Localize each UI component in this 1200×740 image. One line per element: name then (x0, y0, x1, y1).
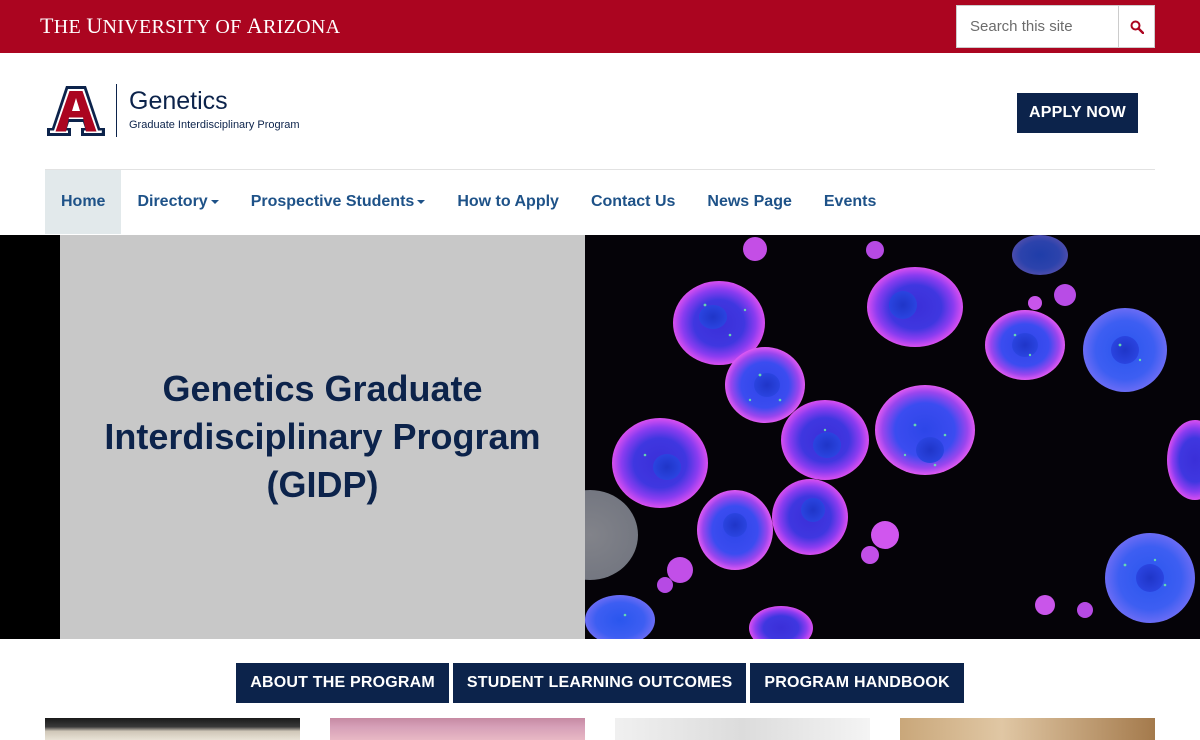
nav-item-label: News Page (707, 193, 792, 210)
caret-down-icon (417, 200, 426, 204)
search-button[interactable] (1118, 6, 1154, 47)
nav-item-label: How to Apply (457, 193, 559, 210)
nav-item-prospective-students[interactable]: Prospective Students (235, 170, 442, 234)
card-thumbnail-image[interactable] (45, 718, 300, 740)
wordmark-text: OF (215, 16, 247, 38)
nav-item-how-to-apply[interactable]: How to Apply (441, 170, 575, 234)
block-a-logo[interactable]: ® (45, 84, 107, 136)
about-program-button[interactable]: ABOUT THE PROGRAM (236, 663, 449, 703)
wordmark-text: RIZONA (263, 16, 341, 38)
site-title[interactable]: Genetics (129, 87, 228, 116)
card-thumbnail-image[interactable] (615, 718, 870, 740)
hero-text-panel: Genetics Graduate Interdisciplinary Prog… (60, 235, 585, 639)
nav-item-events[interactable]: Events (808, 170, 892, 234)
nav-item-news-page[interactable]: News Page (691, 170, 807, 234)
site-header: ® Genetics Graduate Interdisciplinary Pr… (45, 53, 1155, 170)
nav-item-label: Events (823, 193, 877, 210)
nav-item-label: Home (61, 193, 106, 210)
nav-item-label: Directory (137, 193, 208, 210)
wordmark-text: HE (53, 16, 87, 38)
wordmark-letter: U (86, 13, 103, 38)
nav-item-label: Contact Us (590, 193, 676, 210)
program-handbook-button[interactable]: PROGRAM HANDBOOK (750, 663, 964, 703)
site-search (956, 5, 1155, 48)
nav-item-home[interactable]: Home (45, 170, 122, 234)
wordmark-text: NIVERSITY (102, 16, 216, 38)
program-buttons: ABOUT THE PROGRAM STUDENT LEARNING OUTCO… (0, 663, 1200, 703)
card-thumbnail-image[interactable] (900, 718, 1155, 740)
caret-down-icon (210, 200, 219, 204)
search-icon (1130, 20, 1144, 34)
apply-now-button[interactable]: APPLY NOW (1017, 93, 1138, 133)
hero-title: Genetics Graduate Interdisciplinary Prog… (104, 368, 541, 505)
search-input[interactable] (957, 6, 1118, 47)
nav-item-contact-us[interactable]: Contact Us (575, 170, 691, 234)
wordmark-letter: T (40, 13, 54, 38)
site-subtitle: Graduate Interdisciplinary Program (129, 119, 300, 131)
card-thumbnail-image[interactable] (330, 718, 585, 740)
university-top-bar: THE UNIVERSITY OF ARIZONA (0, 0, 1200, 53)
nav-item-label: Prospective Students (250, 193, 415, 210)
main-navigation: Home Directory Prospective Students How … (45, 170, 1155, 234)
student-learning-outcomes-button[interactable]: STUDENT LEARNING OUTCOMES (452, 663, 747, 703)
nav-item-directory[interactable]: Directory (121, 170, 234, 234)
logo-divider (116, 84, 117, 137)
hero-banner: Genetics Graduate Interdisciplinary Prog… (0, 235, 1200, 639)
hero-cells-image (585, 235, 1200, 639)
university-wordmark-link[interactable]: THE UNIVERSITY OF ARIZONA (40, 13, 340, 39)
wordmark-letter: A (246, 13, 263, 38)
svg-text:®: ® (101, 130, 105, 136)
